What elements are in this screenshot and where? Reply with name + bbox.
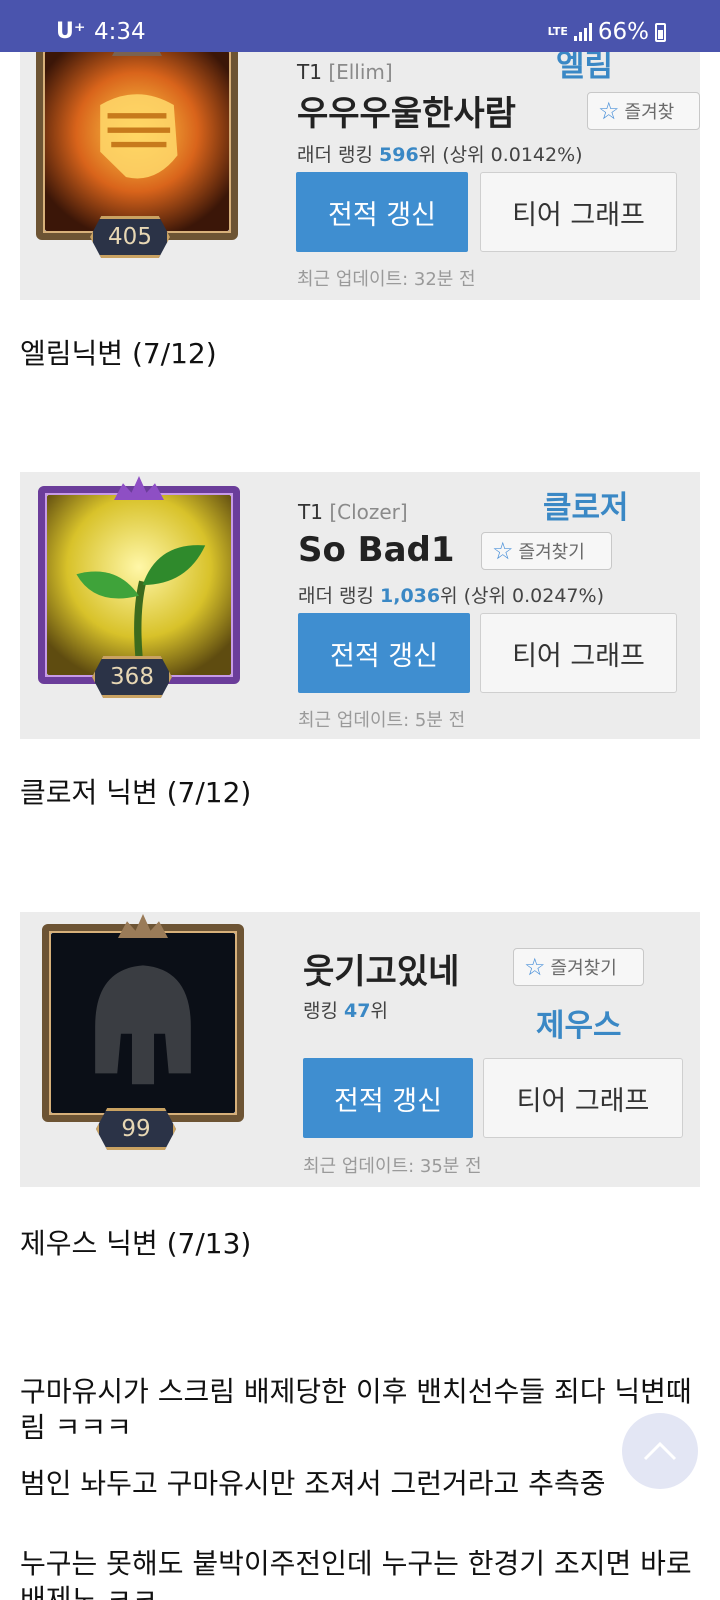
crown-ornament (118, 914, 168, 938)
chevron-up-icon (643, 1441, 677, 1461)
refresh-record-button[interactable]: 전적 갱신 (303, 1058, 473, 1138)
favorite-label: 즐겨찾기 (550, 958, 617, 979)
sprout-icon (47, 495, 231, 675)
clock: 4:34 (94, 19, 146, 45)
team-name: T1 (297, 60, 322, 84)
rank-suffix: 위 (상위 0.0247%) (440, 585, 604, 607)
scroll-to-top-button[interactable] (622, 1413, 698, 1489)
portrait-frame (36, 42, 238, 240)
crown-ornament (114, 476, 164, 500)
summoner-name: 웃기고있네 (303, 952, 460, 992)
level-badge: 368 (92, 656, 172, 698)
rank-value: 47 (344, 1000, 371, 1022)
post-paragraph: 구마유시가 스크림 배제당한 이후 밴치선수들 죄다 닉변때림 ㅋㅋㅋ (20, 1375, 692, 1444)
lte-icon: LTE (547, 25, 568, 38)
profile-portrait: 99 (32, 914, 254, 1150)
rank-prefix: 랭킹 (303, 1000, 344, 1022)
summoner-name: So Bad1 (298, 530, 455, 570)
summoner-name: 우우우울한사람 (297, 94, 516, 134)
caption-zeus: 제우스 닉변 (7/13) (20, 1227, 252, 1260)
player-card-clozer: 368 T1 [Clozer] 클로저 So Bad1 ☆ 즐겨찾기 래더 랭킹… (20, 472, 700, 739)
tier-graph-button[interactable]: 티어 그래프 (483, 1058, 683, 1138)
caption-clozer: 클로저 닉변 (7/12) (20, 776, 252, 809)
helmet-icon (51, 933, 235, 1113)
team-name: T1 (298, 500, 323, 524)
rank-prefix: 래더 랭킹 (297, 144, 379, 166)
team-label: T1 [Ellim] (297, 60, 393, 84)
level-badge: 405 (90, 216, 170, 258)
refresh-record-button[interactable]: 전적 갱신 (296, 172, 468, 252)
favorite-label: 즐겨찾기 (518, 542, 585, 563)
player-handle: 클로저 (543, 490, 629, 526)
post-paragraph: 범인 놔두고 구마유시만 조져서 그런거라고 추측중 (20, 1467, 606, 1500)
level-badge: 99 (96, 1108, 176, 1150)
player-tag: [Clozer] (329, 500, 408, 524)
signal-icon (573, 23, 592, 41)
favorite-label: 즐겨찾 (624, 102, 675, 123)
carrier-label: U⁺ (56, 19, 86, 44)
rank-suffix: 위 (370, 1000, 388, 1022)
player-card-ellim: 405 T1 [Ellim] 엘림 우우우울한사람 ☆ 즐겨찾 래더 랭킹 59… (20, 40, 700, 300)
team-label: T1 [Clozer] (298, 500, 408, 524)
portrait-frame (42, 924, 244, 1122)
last-updated: 최근 업데이트: 35분 전 (303, 1156, 482, 1177)
rank-prefix: 래더 랭킹 (298, 585, 380, 607)
last-updated: 최근 업데이트: 32분 전 (297, 269, 476, 290)
player-tag: [Ellim] (328, 60, 393, 84)
ladder-rank: 랭킹 47위 (303, 996, 388, 1023)
rank-suffix: 위 (상위 0.0142%) (418, 144, 583, 166)
favorite-button[interactable]: ☆ 즐겨찾 (587, 92, 700, 130)
battery-icon (655, 22, 666, 42)
status-bar: U⁺ 4:34 LTE 66% (0, 0, 720, 52)
tier-graph-button[interactable]: 티어 그래프 (480, 613, 677, 693)
portrait-frame (38, 486, 240, 684)
caption-ellim: 엘림닉변 (7/12) (20, 337, 217, 370)
ladder-rank: 래더 랭킹 596위 (상위 0.0142%) (297, 140, 583, 167)
rank-value: 1,036 (380, 585, 441, 607)
star-outline-icon: ☆ (598, 97, 620, 125)
favorite-button[interactable]: ☆ 즐겨찾기 (481, 532, 612, 570)
profile-portrait: 405 (26, 40, 248, 258)
battery-percent: 66% (597, 19, 649, 45)
player-card-zeus: 99 웃기고있네 ☆ 즐겨찾기 랭킹 47위 제우스 전적 갱신 티어 그래프 … (20, 912, 700, 1187)
rank-value: 596 (379, 144, 419, 166)
favorite-button[interactable]: ☆ 즐겨찾기 (513, 948, 644, 986)
post-paragraph: 누구는 못해도 붙박이주전인데 누구는 한경기 조지면 바로 배제노 ㅋㅋ (20, 1547, 692, 1600)
last-updated: 최근 업데이트: 5분 전 (298, 710, 466, 731)
status-icons: LTE 66% (548, 19, 666, 45)
tier-graph-button[interactable]: 티어 그래프 (480, 172, 677, 252)
star-outline-icon: ☆ (492, 537, 514, 565)
star-outline-icon: ☆ (524, 953, 546, 981)
fist-icon (45, 51, 229, 231)
player-handle: 제우스 (536, 1008, 622, 1044)
profile-portrait: 368 (28, 476, 250, 698)
refresh-record-button[interactable]: 전적 갱신 (298, 613, 470, 693)
ladder-rank: 래더 랭킹 1,036위 (상위 0.0247%) (298, 581, 604, 608)
